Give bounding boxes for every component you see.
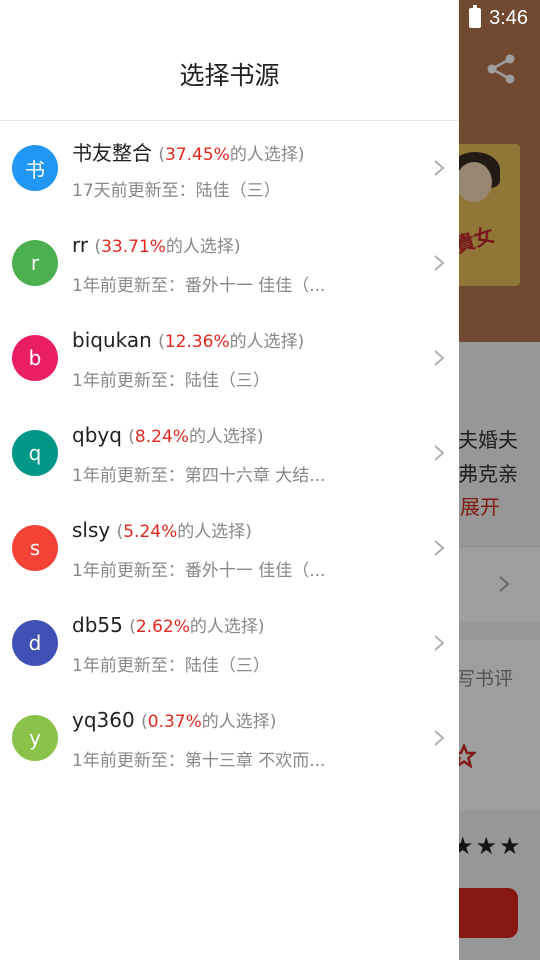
source-avatar: y: [12, 715, 58, 761]
source-share-percent: 0.37%: [147, 712, 202, 732]
source-avatar: s: [12, 525, 58, 571]
chevron-right-icon: [434, 350, 445, 366]
status-time: 3:46: [489, 6, 528, 29]
source-share-percent: 33.71%: [101, 237, 166, 257]
chevron-right-icon: [434, 160, 445, 176]
source-share: (37.45%的人选择): [158, 145, 305, 165]
source-name: qbyq: [72, 423, 122, 447]
source-share-percent: 2.62%: [135, 617, 190, 637]
source-item[interactable]: d db55 (2.62%的人选择) 1年前更新至：陆佳（三）: [0, 596, 459, 691]
source-update-info: 1年前更新至：番外十一 佳佳（...: [72, 276, 326, 296]
source-item[interactable]: r rr (33.71%的人选择) 1年前更新至：番外十一 佳佳（...: [0, 216, 459, 311]
source-avatar: 书: [12, 145, 58, 191]
source-name-line: db55 (2.62%的人选择): [72, 612, 265, 637]
source-share: (0.37%的人选择): [141, 712, 277, 732]
source-avatar: d: [12, 620, 58, 666]
source-share: (33.71%的人选择): [94, 237, 241, 257]
source-update-info: 1年前更新至：第四十六章 大结...: [72, 466, 326, 486]
source-update-info: 1年前更新至：番外十一 佳佳（...: [72, 561, 326, 581]
source-share: (2.62%的人选择): [129, 617, 265, 637]
battery-icon: [469, 5, 482, 28]
source-item[interactable]: 书 书友整合 (37.45%的人选择) 17天前更新至：陆佳（三）: [0, 121, 459, 216]
source-share: (8.24%的人选择): [128, 427, 264, 447]
source-share-percent: 5.24%: [123, 522, 178, 542]
source-item[interactable]: s slsy (5.24%的人选择) 1年前更新至：番外十一 佳佳（...: [0, 501, 459, 596]
source-name: yq360: [72, 708, 135, 732]
source-name: 书友整合: [72, 141, 152, 165]
source-name-line: yq360 (0.37%的人选择): [72, 707, 276, 732]
source-item[interactable]: y yq360 (0.37%的人选择) 1年前更新至：第十三章 不欢而...: [0, 691, 459, 786]
source-name: db55: [72, 613, 123, 637]
source-share: (5.24%的人选择): [116, 522, 252, 542]
source-update-info: 17天前更新至：陆佳（三）: [72, 181, 281, 201]
chevron-right-icon: [434, 540, 445, 556]
source-picker-drawer: 选择书源 书 书友整合 (37.45%的人选择) 17天前更新至：陆佳（三） r…: [0, 0, 459, 960]
source-update-info: 1年前更新至：陆佳（三）: [72, 371, 270, 391]
source-name-line: qbyq (8.24%的人选择): [72, 422, 264, 447]
drawer-title: 选择书源: [179, 61, 280, 90]
source-update-info: 1年前更新至：陆佳（三）: [72, 656, 270, 676]
source-name-line: biqukan (12.36%的人选择): [72, 327, 304, 352]
source-name: rr: [72, 233, 89, 257]
source-avatar: q: [12, 430, 58, 476]
source-item[interactable]: q qbyq (8.24%的人选择) 1年前更新至：第四十六章 大结...: [0, 406, 459, 501]
chevron-right-icon: [434, 445, 445, 461]
source-list: 书 书友整合 (37.45%的人选择) 17天前更新至：陆佳（三） r rr (…: [0, 121, 459, 786]
source-avatar: r: [12, 240, 58, 286]
chevron-right-icon: [434, 635, 445, 651]
source-name: biqukan: [72, 328, 152, 352]
chevron-right-icon: [434, 255, 445, 271]
source-share-percent: 8.24%: [134, 427, 189, 447]
source-name-line: rr (33.71%的人选择): [72, 232, 241, 257]
source-avatar: b: [12, 335, 58, 381]
source-name: slsy: [72, 518, 111, 542]
chevron-right-icon: [434, 730, 445, 746]
source-name-line: slsy (5.24%的人选择): [72, 517, 252, 542]
source-name-line: 书友整合 (37.45%的人选择): [72, 137, 304, 166]
source-share: (12.36%的人选择): [158, 332, 305, 352]
source-share-percent: 37.45%: [165, 145, 230, 165]
source-item[interactable]: b biqukan (12.36%的人选择) 1年前更新至：陆佳（三）: [0, 311, 459, 406]
source-update-info: 1年前更新至：第十三章 不欢而...: [72, 751, 326, 771]
source-share-percent: 12.36%: [164, 332, 230, 352]
